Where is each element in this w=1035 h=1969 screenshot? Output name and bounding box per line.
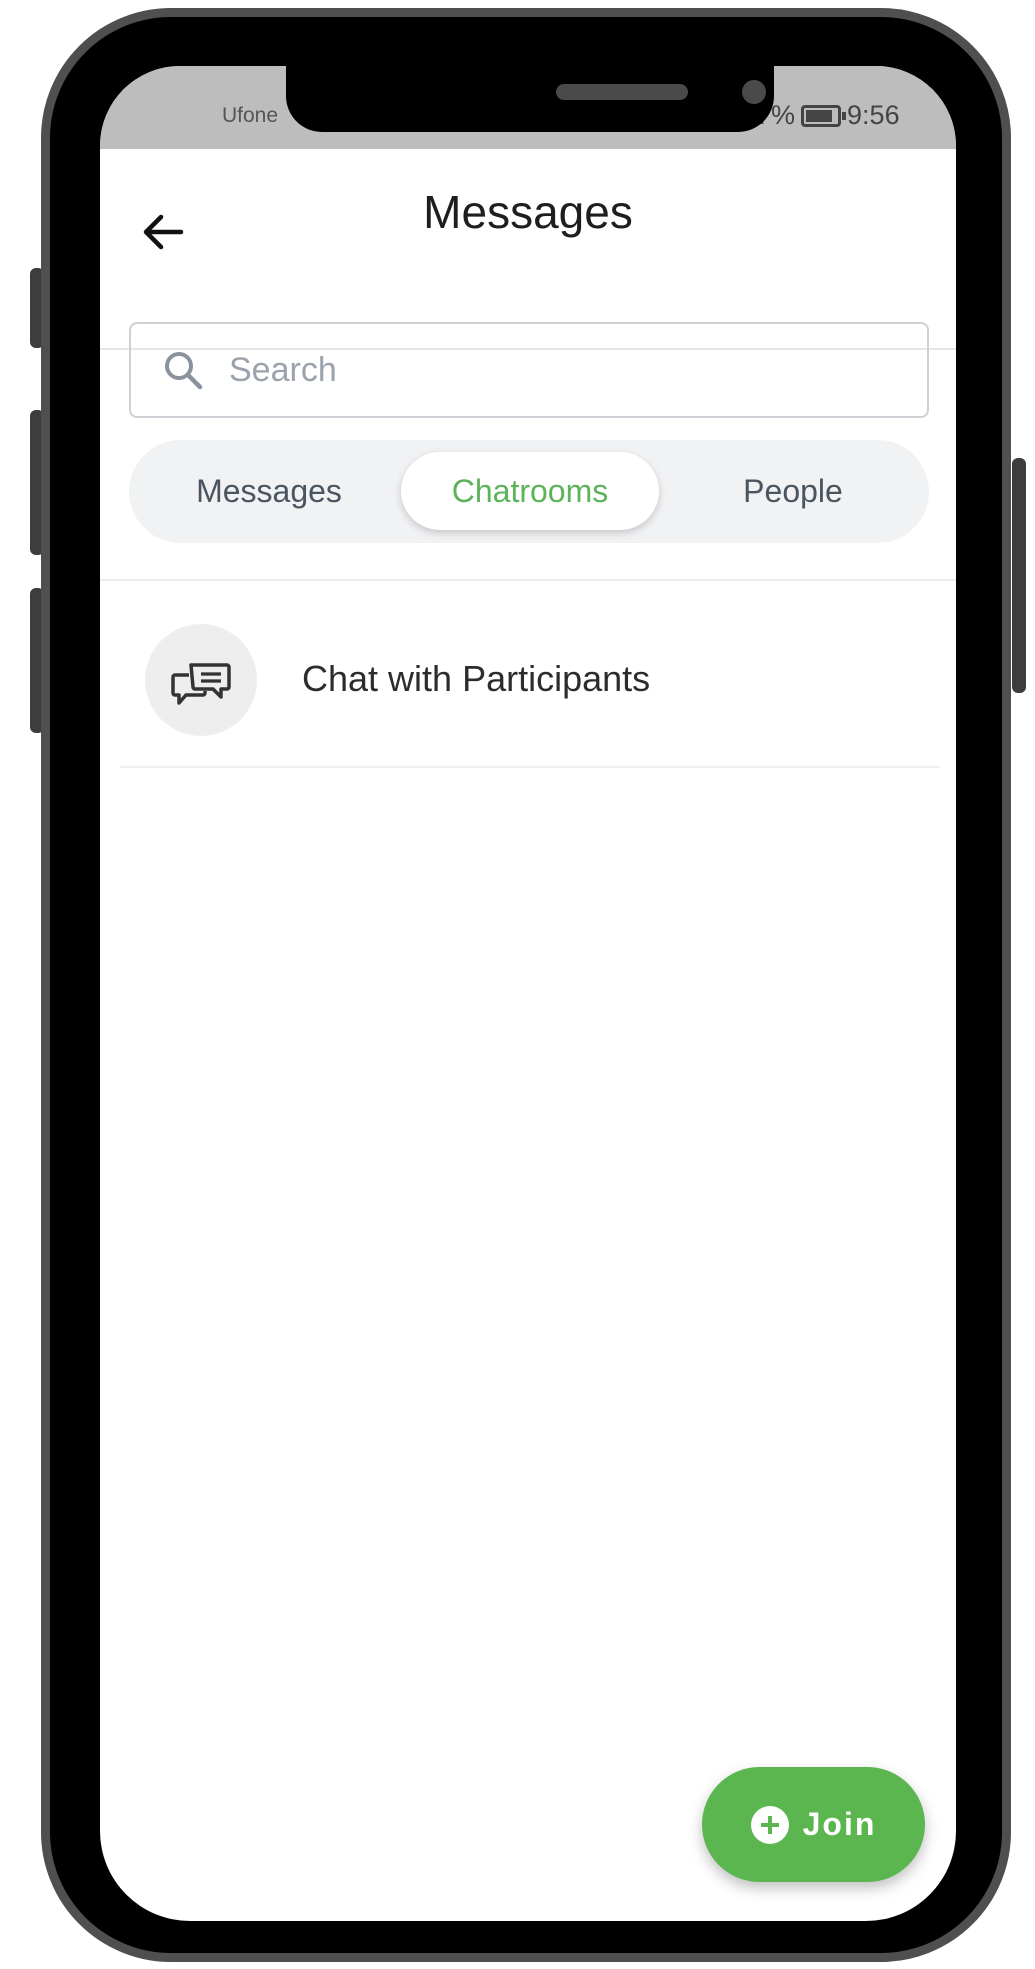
tab-people[interactable]: People (667, 452, 919, 530)
status-indicators: 7% 9:56 (756, 100, 900, 131)
tab-chatrooms[interactable]: Chatrooms (401, 452, 659, 530)
chat-bubbles-icon (171, 663, 231, 705)
plus-circle-icon (750, 1805, 789, 1844)
notch (286, 66, 774, 132)
chatroom-avatar (145, 624, 257, 736)
battery-icon (801, 104, 847, 127)
tab-messages[interactable]: Messages (149, 452, 389, 530)
join-button[interactable]: Join (702, 1767, 925, 1882)
search-icon (165, 352, 203, 390)
join-label: Join (802, 1806, 877, 1842)
page-title: Messages (423, 186, 633, 238)
back-button[interactable] (138, 207, 188, 257)
phone-power-button (1012, 458, 1026, 693)
chatroom-list-item[interactable]: Chat with Participants (120, 588, 940, 768)
search-box[interactable] (129, 322, 929, 418)
app-header: Messages (100, 149, 956, 350)
search-input[interactable] (227, 349, 831, 391)
chatroom-name: Chat with Participants (302, 658, 651, 699)
carrier-label: Ufone (222, 104, 279, 127)
front-camera (742, 80, 766, 104)
back-arrow-icon (143, 214, 184, 250)
speaker-grille (556, 84, 688, 100)
clock: 9:56 (847, 100, 900, 130)
tab-switcher: Messages Chatrooms People (129, 440, 929, 543)
phone-screen: Ufone 7% 9:56 Messages Messages Chatroom… (100, 66, 956, 1921)
divider (100, 579, 956, 581)
